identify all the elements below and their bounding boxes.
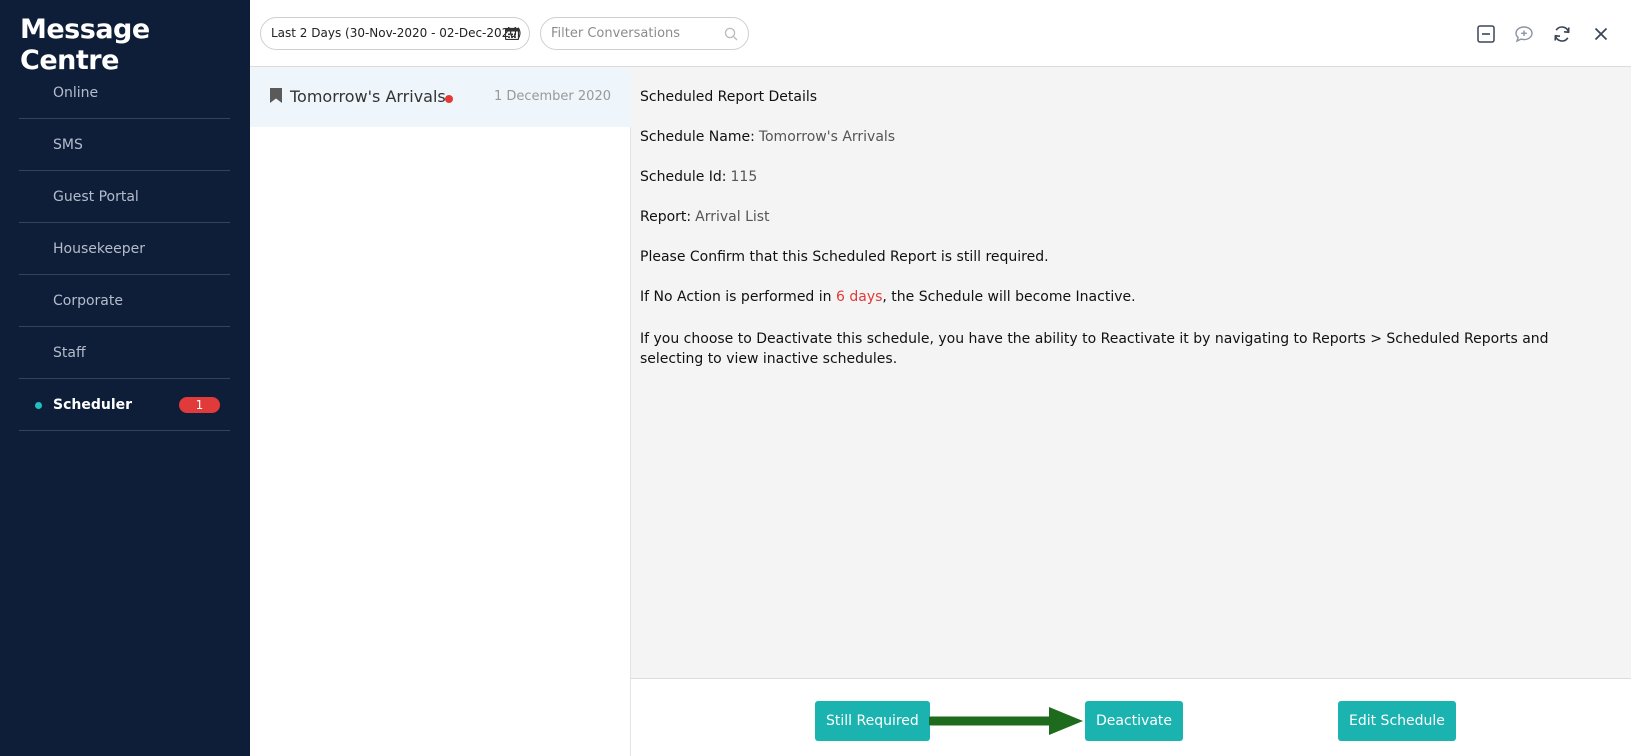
active-indicator-dot (35, 402, 42, 409)
report-label: Report: (640, 209, 692, 225)
sidebar-item-staff[interactable]: Staff (19, 327, 230, 379)
date-range-filter[interactable]: Last 2 Days (30-Nov-2020 - 02-Dec-2020) (260, 17, 530, 50)
conversation-list: Tomorrow's Arrivals 1 December 2020 (250, 67, 631, 756)
sidebar-item-guest-portal[interactable]: Guest Portal (19, 171, 230, 223)
sidebar-item-sms[interactable]: SMS (19, 119, 230, 171)
no-action-suffix: , the Schedule will become Inactive. (882, 289, 1136, 305)
sidebar-item-online[interactable]: Online (19, 67, 230, 119)
days-remaining: 6 days (836, 289, 883, 305)
confirm-text: Please Confirm that this Scheduled Repor… (640, 249, 1049, 265)
sidebar: Message Centre Online SMS Guest Portal H… (0, 0, 250, 756)
still-required-button[interactable]: Still Required (815, 701, 930, 741)
edit-schedule-button[interactable]: Edit Schedule (1338, 701, 1456, 741)
schedule-name-value: Tomorrow's Arrivals (758, 129, 896, 145)
top-toolbar: Last 2 Days (30-Nov-2020 - 02-Dec-2020) (250, 0, 1631, 67)
filter-conversations-input[interactable] (541, 18, 711, 49)
conversation-name: Tomorrow's Arrivals (290, 87, 446, 106)
unread-dot (445, 95, 453, 103)
sidebar-item-housekeeper[interactable]: Housekeeper (19, 223, 230, 275)
refresh-icon[interactable] (1552, 24, 1572, 44)
no-action-text: If No Action is performed in 6 days, the… (640, 289, 1136, 305)
schedule-id-label: Schedule Id: (640, 169, 727, 185)
sidebar-item-corporate[interactable]: Corporate (19, 275, 230, 327)
search-icon[interactable] (724, 27, 738, 41)
date-range-label: Last 2 Days (30-Nov-2020 - 02-Dec-2020) (271, 26, 522, 40)
report-value: Arrival List (695, 209, 770, 225)
deactivate-button[interactable]: Deactivate (1085, 701, 1184, 741)
new-message-icon[interactable] (1514, 24, 1534, 44)
annotation-arrow (929, 707, 1083, 735)
sidebar-item-scheduler[interactable]: Scheduler 1 (19, 379, 230, 431)
conversation-item[interactable]: Tomorrow's Arrivals 1 December 2020 (250, 67, 631, 127)
sidebar-nav: Online SMS Guest Portal Housekeeper Corp… (19, 67, 230, 431)
filter-conversations (540, 17, 749, 50)
report-row: Report: Arrival List (640, 209, 770, 225)
action-footer: Still Required Deactivate Edit Schedule (631, 678, 1631, 756)
detail-heading: Scheduled Report Details (640, 89, 818, 105)
deactivate-info-text: If you choose to Deactivate this schedul… (640, 331, 1549, 367)
schedule-id-row: Schedule Id: 115 (640, 169, 757, 185)
minimize-icon[interactable] (1476, 24, 1496, 44)
bookmark-icon (270, 88, 282, 103)
message-detail-pane: Scheduled Report Details Schedule Name: T… (631, 67, 1631, 678)
close-icon[interactable] (1591, 24, 1611, 44)
no-action-prefix: If No Action is performed in (640, 289, 836, 305)
sidebar-item-label: Scheduler (53, 396, 133, 413)
calendar-icon (505, 27, 519, 40)
conversation-date: 1 December 2020 (493, 89, 611, 104)
schedule-id-value: 115 (730, 169, 758, 185)
schedule-name-row: Schedule Name: Tomorrow's Arrivals (640, 129, 895, 145)
unread-count-badge: 1 (179, 397, 220, 413)
schedule-name-label: Schedule Name: (640, 129, 755, 145)
